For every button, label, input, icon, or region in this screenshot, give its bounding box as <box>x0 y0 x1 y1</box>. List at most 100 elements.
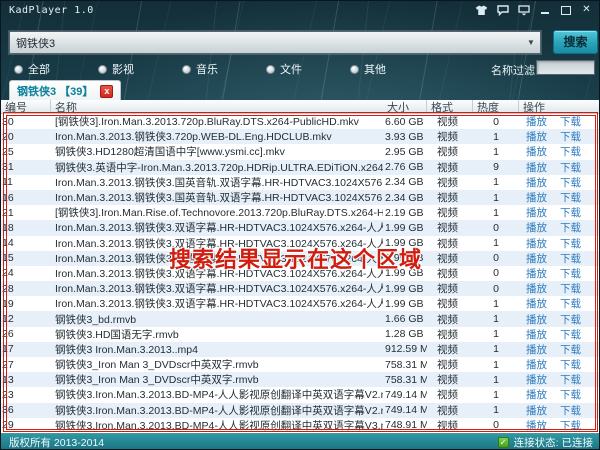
download-link[interactable]: 下载 <box>560 372 581 387</box>
download-link[interactable]: 下载 <box>560 312 581 327</box>
radio-category-1[interactable]: 全部 <box>14 61 50 77</box>
cell-id: 12 <box>1 311 51 326</box>
play-link[interactable]: 播放 <box>526 403 547 418</box>
download-link[interactable]: 下载 <box>560 236 581 251</box>
table-row[interactable]: 30[钢铁侠3].Iron.Man.3.2013.720p.BluRay.DTS… <box>1 114 600 129</box>
radio-category-3[interactable]: 音乐 <box>182 61 218 77</box>
search-input[interactable]: 钢铁侠3 ▼ <box>9 31 541 54</box>
cell-name: 钢铁侠3_bd.rmvb <box>51 311 383 326</box>
table-row[interactable]: 15Iron.Man.3.2013.钢铁侠3.双语字幕.HR-HDTVAC3.1… <box>1 251 600 266</box>
maximize-button[interactable] <box>559 4 572 16</box>
download-link[interactable]: 下载 <box>560 342 581 357</box>
play-link[interactable]: 播放 <box>526 251 547 266</box>
download-link[interactable]: 下载 <box>560 205 581 220</box>
play-link[interactable]: 播放 <box>526 312 547 327</box>
cell-format: 视频 <box>427 266 473 281</box>
cell-format: 视频 <box>427 236 473 251</box>
download-link[interactable]: 下载 <box>560 418 581 433</box>
download-link[interactable]: 下载 <box>560 190 581 205</box>
table-row[interactable]: 18Iron.Man.3.2013.钢铁侠3.双语字幕.HR-HDTVAC3.1… <box>1 220 600 235</box>
table-row[interactable]: 20Iron.Man.3.2013.钢铁侠3.720p.WEB-DL.Eng.H… <box>1 129 600 144</box>
table-row[interactable]: 36钢铁侠3.Iron.Man.3.2013.BD-MP4-人人影视原创翻译中英… <box>1 403 600 418</box>
download-link[interactable]: 下载 <box>560 160 581 175</box>
table-row[interactable]: 17钢铁侠3 Iron.Man.3.2013..mp4912.59 MB视频1播… <box>1 342 600 357</box>
header-size[interactable]: 大小▼ <box>383 100 427 113</box>
table-row[interactable]: 12钢铁侠3_bd.rmvb1.66 GB视频1播放下载 <box>1 311 600 326</box>
menu-icon[interactable] <box>517 4 530 16</box>
table-row[interactable]: 11Iron.Man.3.2013.钢铁侠3.国英音轨.双语字幕.HR-HDTV… <box>1 175 600 190</box>
table-row[interactable]: 25钢铁侠3.HD1280超清国语中字[www.ysmi.cc].mkv2.95… <box>1 144 600 159</box>
cell-action: 播放下载 <box>519 251 600 266</box>
table-row[interactable]: 16Iron.Man.3.2013.钢铁侠3.国英音轨.双语字幕.HR-HDTV… <box>1 190 600 205</box>
download-link[interactable]: 下载 <box>560 220 581 235</box>
header-format[interactable]: 格式 <box>427 100 473 113</box>
close-button[interactable]: ✕ <box>580 4 593 16</box>
table-row[interactable]: 13钢铁侠3_Iron Man 3_DVDscr中英双字.rmvb758.31 … <box>1 372 600 387</box>
minimize-button[interactable] <box>538 4 551 16</box>
download-link[interactable]: 下载 <box>560 251 581 266</box>
table-row[interactable]: 19Iron.Man.3.2013.钢铁侠3.双语字幕.HR-HDTVAC3.1… <box>1 296 600 311</box>
table-row[interactable]: 14Iron.Man.3.2013.钢铁侠3.双语字幕.HR-HDTVAC3.1… <box>1 236 600 251</box>
name-filter-input[interactable] <box>536 60 595 75</box>
tab-close-icon[interactable]: x <box>100 85 113 98</box>
app-window: KadPlayer 1.0 ✕ 钢铁侠3 ▼ 搜索 全部影视音乐文件其他 名称过… <box>0 0 600 450</box>
download-link[interactable]: 下载 <box>560 129 581 144</box>
feedback-icon[interactable] <box>496 4 509 16</box>
play-link[interactable]: 播放 <box>526 175 547 190</box>
play-link[interactable]: 播放 <box>526 114 547 129</box>
play-link[interactable]: 播放 <box>526 327 547 342</box>
header-heat[interactable]: 热度 <box>473 100 519 113</box>
download-link[interactable]: 下载 <box>560 281 581 296</box>
download-link[interactable]: 下载 <box>560 357 581 372</box>
cell-name: 钢铁侠3.HD国语无字.rmvb <box>51 327 383 342</box>
header-id[interactable]: 编号 <box>1 100 51 113</box>
play-link[interactable]: 播放 <box>526 144 547 159</box>
window-controls: ✕ <box>475 4 593 16</box>
play-link[interactable]: 播放 <box>526 281 547 296</box>
play-link[interactable]: 播放 <box>526 387 547 402</box>
radio-category-5[interactable]: 其他 <box>350 61 386 77</box>
cell-heat: 0 <box>473 418 519 433</box>
download-link[interactable]: 下载 <box>560 327 581 342</box>
play-link[interactable]: 播放 <box>526 160 547 175</box>
download-link[interactable]: 下载 <box>560 175 581 190</box>
play-link[interactable]: 播放 <box>526 296 547 311</box>
table-row[interactable]: 27钢铁侠3_Iron Man 3_DVDscr中英双字.rmvb758.31 … <box>1 357 600 372</box>
play-link[interactable]: 播放 <box>526 357 547 372</box>
play-link[interactable]: 播放 <box>526 129 547 144</box>
download-link[interactable]: 下载 <box>560 266 581 281</box>
search-button[interactable]: 搜索 <box>553 30 598 54</box>
cell-name: Iron.Man.3.2013.钢铁侠3.双语字幕.HR-HDTVAC3.102… <box>51 251 383 266</box>
header-action[interactable]: 操作 <box>519 100 600 113</box>
play-link[interactable]: 播放 <box>526 266 547 281</box>
table-row[interactable]: 21[钢铁侠3].Iron.Man.Rise.of.Technovore.201… <box>1 205 600 220</box>
download-link[interactable]: 下载 <box>560 403 581 418</box>
play-link[interactable]: 播放 <box>526 418 547 433</box>
play-link[interactable]: 播放 <box>526 342 547 357</box>
table-row[interactable]: 23钢铁侠3.Iron.Man.3.2013.BD-MP4-人人影视原创翻译中英… <box>1 387 600 402</box>
tab-search-result[interactable]: 钢铁侠3 【39】 x <box>9 80 121 101</box>
cell-size: 1.66 GB <box>383 311 427 326</box>
cell-id: 17 <box>1 342 51 357</box>
table-row[interactable]: 26钢铁侠3.HD国语无字.rmvb1.28 GB视频1播放下载 <box>1 327 600 342</box>
play-link[interactable]: 播放 <box>526 372 547 387</box>
download-link[interactable]: 下载 <box>560 114 581 129</box>
play-link[interactable]: 播放 <box>526 236 547 251</box>
download-link[interactable]: 下载 <box>560 296 581 311</box>
table-row[interactable]: 28Iron.Man.3.2013.钢铁侠3.双语字幕.HR-HDTVAC3.1… <box>1 281 600 296</box>
radio-category-4[interactable]: 文件 <box>266 61 302 77</box>
table-row[interactable]: 29钢铁侠3.Iron.Man.3.2013.BD-MP4-人人影视原创翻译中英… <box>1 418 600 433</box>
play-link[interactable]: 播放 <box>526 220 547 235</box>
radio-category-2[interactable]: 影视 <box>98 61 134 77</box>
chevron-down-icon[interactable]: ▼ <box>522 38 540 47</box>
cell-format: 视频 <box>427 311 473 326</box>
table-row[interactable]: 31钢铁侠3.英语中字-Iron.Man.3.2013.720p.HDRip.U… <box>1 160 600 175</box>
download-link[interactable]: 下载 <box>560 144 581 159</box>
header-name[interactable]: 名称 <box>51 100 383 113</box>
skin-icon[interactable] <box>475 4 488 16</box>
table-row[interactable]: 24Iron.Man.3.2013.钢铁侠3.双语字幕.HR-HDTVAC3.1… <box>1 266 600 281</box>
download-link[interactable]: 下载 <box>560 387 581 402</box>
play-link[interactable]: 播放 <box>526 190 547 205</box>
play-link[interactable]: 播放 <box>526 205 547 220</box>
cell-action: 播放下载 <box>519 205 600 220</box>
